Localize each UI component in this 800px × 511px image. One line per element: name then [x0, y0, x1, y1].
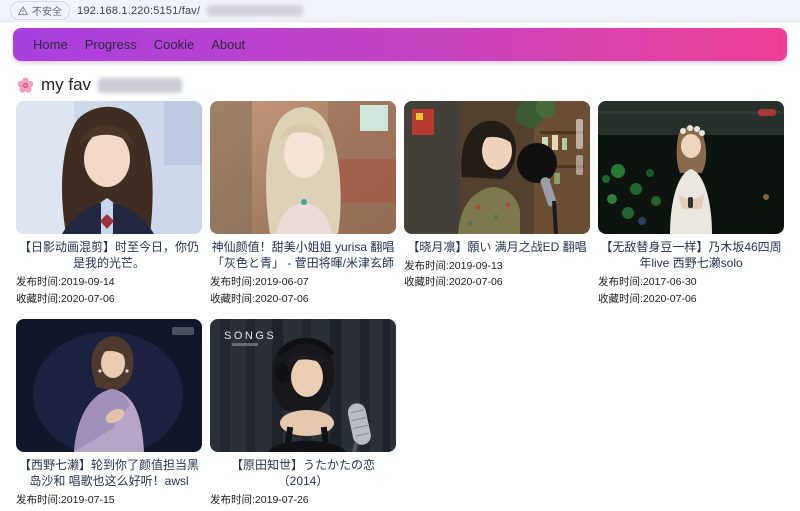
- collect-date-row: 收藏时间:2020-07-06: [210, 291, 396, 307]
- nav-link-cookie[interactable]: Cookie: [154, 37, 194, 52]
- thumbnail-art-street-girl: [210, 101, 396, 234]
- video-thumbnail[interactable]: [16, 101, 202, 234]
- collect-date-row: 收藏时间:2020-07-06: [598, 291, 784, 307]
- page-title: my fav: [17, 75, 783, 95]
- video-title[interactable]: 【日影动画混剪】时至今日，你仍是我的光芒。: [16, 239, 202, 271]
- video-card: 【日影动画混剪】时至今日，你仍是我的光芒。 发布时间:2019-09-14 收藏…: [16, 101, 202, 307]
- browser-address-bar[interactable]: 不安全 192.168.1.220:5151/fav/: [0, 0, 800, 22]
- video-title[interactable]: 【西野七濑】轮到你了颜值担当黑岛沙和 唱歌也这么好听！awsl: [16, 457, 202, 489]
- video-card: 神仙颜值！甜美小姐姐 yurisa 翻唱「灰色と青」 - 菅田将暉/米津玄師 发…: [210, 101, 396, 307]
- video-title[interactable]: 【原田知世】うたかたの恋（2014）: [210, 457, 396, 489]
- redacted-url-segment: [207, 5, 303, 16]
- video-title[interactable]: 【晓月凛】願い 满月之战ED 翻唱: [404, 239, 590, 255]
- songs-logo-text: SONGS: [224, 330, 276, 342]
- thumbnail-art-schoolgirl: [16, 101, 202, 234]
- security-label: 不安全: [32, 3, 62, 18]
- nav-link-about[interactable]: About: [211, 37, 245, 52]
- security-chip[interactable]: 不安全: [10, 1, 70, 20]
- video-dates: 发布时间:2019-07-26 收藏时间:2020-07-06: [210, 492, 396, 511]
- video-dates: 发布时间:2019-07-15 收藏时间:2020-07-06: [16, 492, 202, 511]
- video-dates: 发布时间:2019-09-13 收藏时间:2020-07-06: [404, 258, 590, 291]
- video-title[interactable]: 神仙颜值！甜美小姐姐 yurisa 翻唱「灰色と青」 - 菅田将暉/米津玄師: [210, 239, 396, 271]
- thumbnail-art-stage-white-dress: [598, 101, 784, 234]
- publish-date-row: 发布时间:2019-07-15: [16, 492, 202, 508]
- thumbnail-art-cafe-singer: [404, 101, 590, 234]
- thumbnail-art-songs-studio: SONGS: [210, 319, 396, 452]
- redacted-username: [98, 78, 182, 93]
- video-thumbnail[interactable]: [16, 319, 202, 452]
- video-card: SONGS 【原田知世】: [210, 319, 396, 511]
- video-thumbnail[interactable]: [404, 101, 590, 234]
- video-thumbnail[interactable]: [210, 101, 396, 234]
- video-card: 【西野七濑】轮到你了颜值担当黑岛沙和 唱歌也这么好听！awsl 发布时间:201…: [16, 319, 202, 511]
- video-card: 【无敌替身豆一样】乃木坂46四周年live 西野七濑solo 发布时间:2017…: [598, 101, 784, 307]
- video-card: 【晓月凛】願い 满月之战ED 翻唱 发布时间:2019-09-13 收藏时间:2…: [404, 101, 590, 307]
- main-navbar: Home Progress Cookie About: [13, 28, 787, 61]
- page-title-text: my fav: [41, 75, 91, 95]
- video-thumbnail[interactable]: [598, 101, 784, 234]
- thumbnail-art-dark-stage-lace: [16, 319, 202, 452]
- video-dates: 发布时间:2019-09-14 收藏时间:2020-07-06: [16, 274, 202, 307]
- publish-date-row: 发布时间:2019-07-26: [210, 492, 396, 508]
- video-dates: 发布时间:2019-06-07 收藏时间:2020-07-06: [210, 274, 396, 307]
- video-dates: 发布时间:2017-06-30 收藏时间:2020-07-06: [598, 274, 784, 307]
- publish-date-row: 发布时间:2019-09-14: [16, 274, 202, 290]
- favorites-grid: 【日影动画混剪】时至今日，你仍是我的光芒。 发布时间:2019-09-14 收藏…: [16, 101, 784, 511]
- video-thumbnail[interactable]: SONGS: [210, 319, 396, 452]
- publish-date-row: 发布时间:2019-06-07: [210, 274, 396, 290]
- url-text[interactable]: 192.168.1.220:5151/fav/: [77, 5, 200, 17]
- collect-date-row: 收藏时间:2020-07-06: [404, 274, 590, 290]
- cherry-blossom-icon: [17, 77, 34, 94]
- nav-link-progress[interactable]: Progress: [85, 37, 137, 52]
- warning-triangle-icon: [18, 6, 28, 16]
- publish-date-row: 发布时间:2019-09-13: [404, 258, 590, 274]
- collect-date-row: 收藏时间:2020-07-06: [16, 291, 202, 307]
- video-title[interactable]: 【无敌替身豆一样】乃木坂46四周年live 西野七濑solo: [598, 239, 784, 271]
- publish-date-row: 发布时间:2017-06-30: [598, 274, 784, 290]
- nav-link-home[interactable]: Home: [33, 37, 68, 52]
